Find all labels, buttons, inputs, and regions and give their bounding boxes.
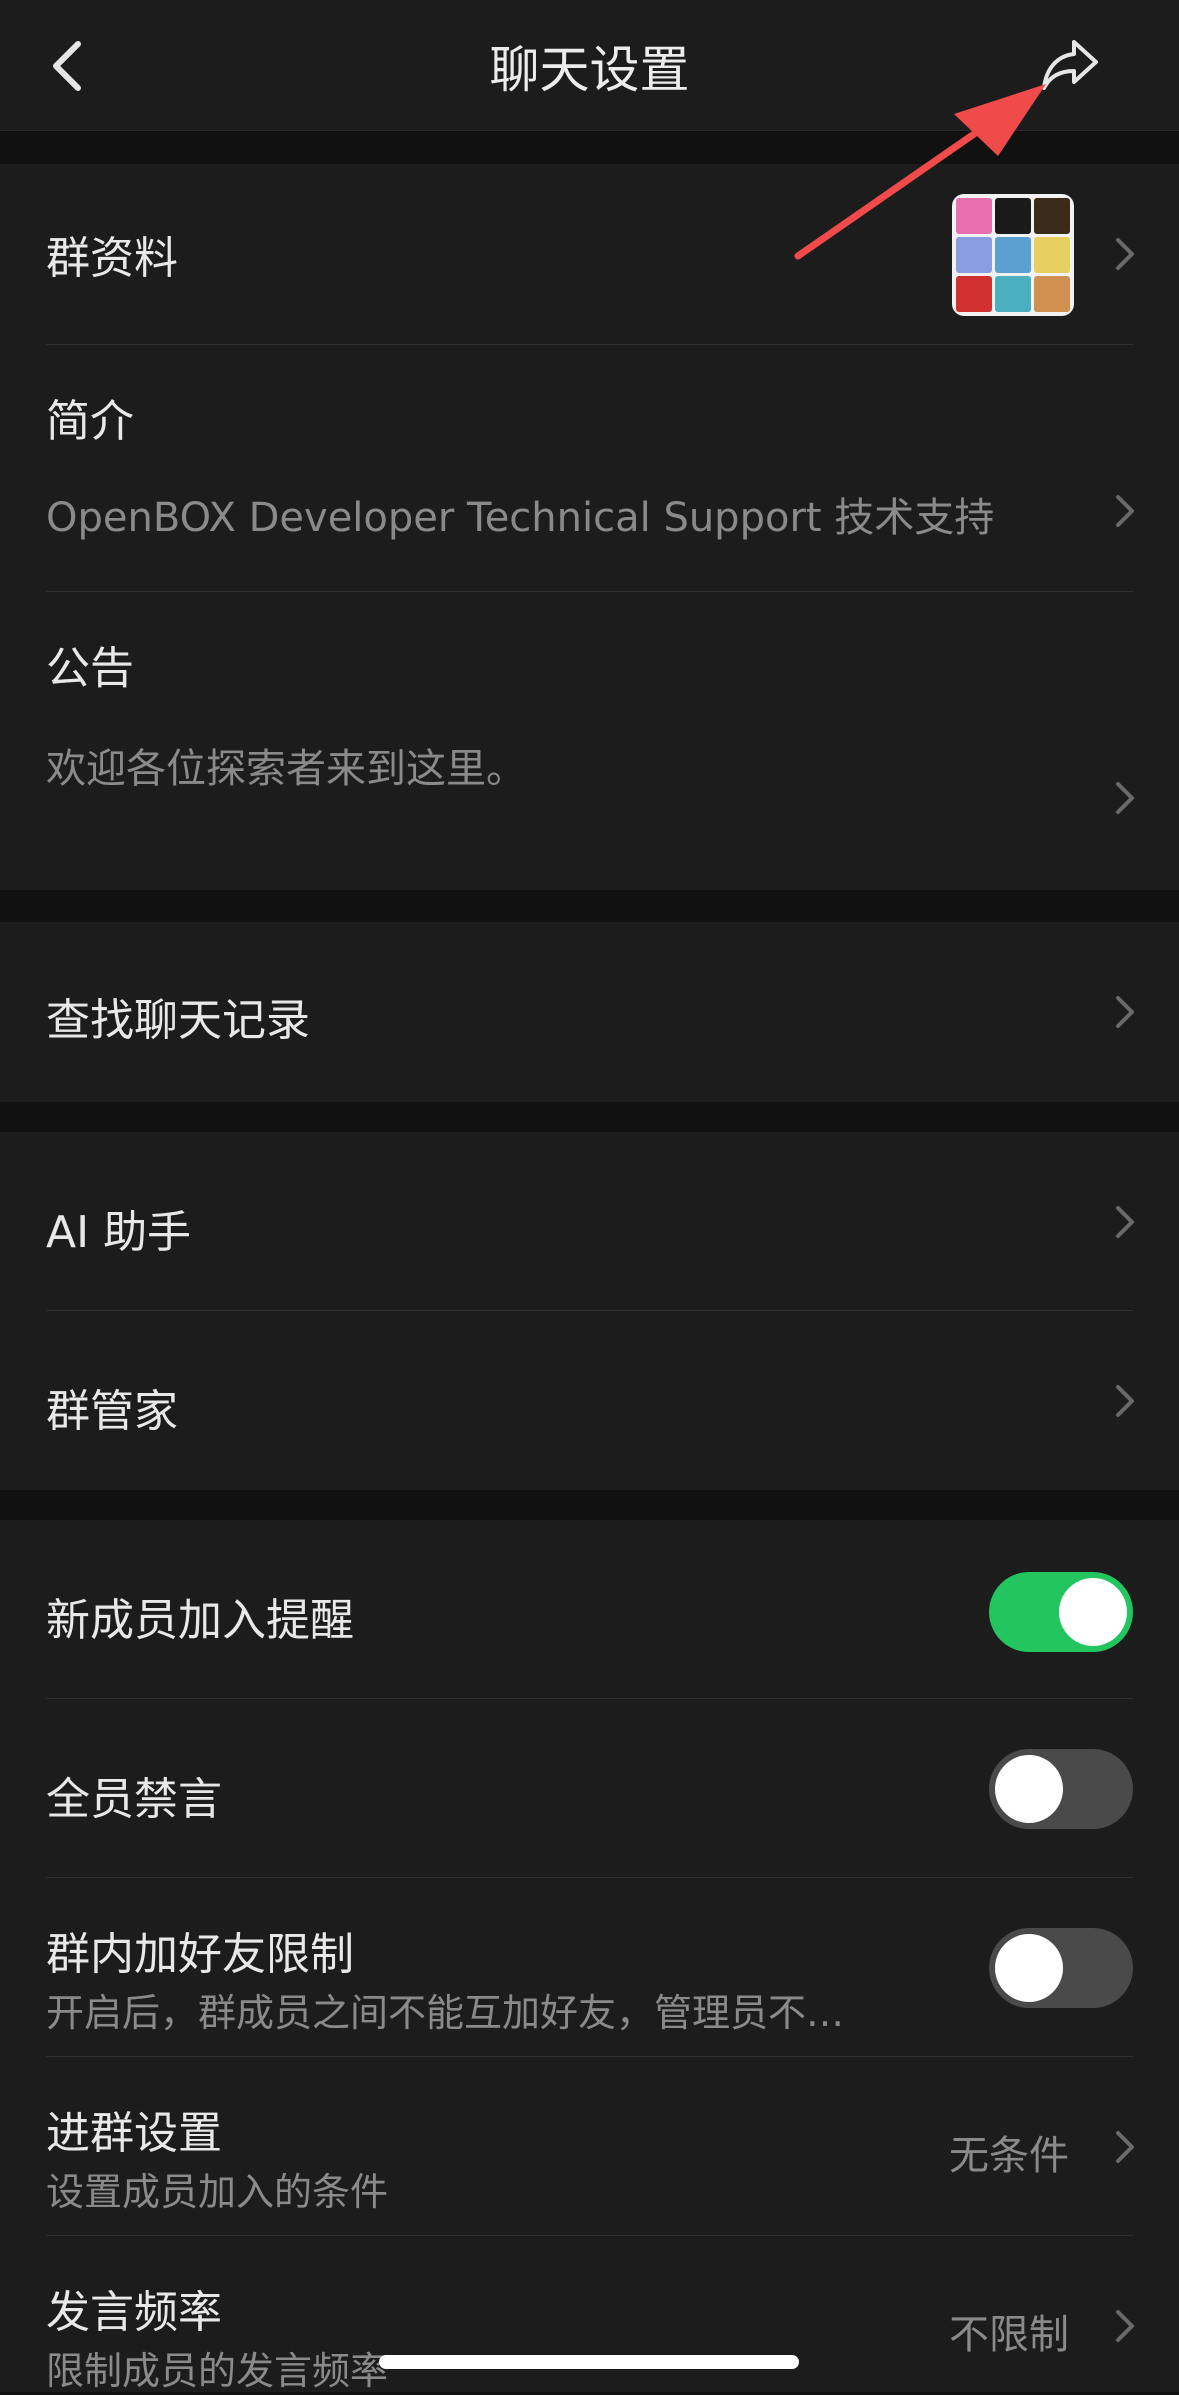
notice-label: 公告 — [46, 643, 134, 694]
chevron-right-icon — [1116, 1206, 1134, 1238]
mute-all-toggle[interactable] — [989, 1749, 1133, 1829]
new-member-alert-row: 新成员加入提醒 — [0, 1520, 1179, 1698]
speak-rate-value: 不限制 — [949, 2312, 1069, 2358]
member-avatar — [956, 237, 992, 273]
group-manager-row[interactable]: 群管家 — [0, 1311, 1179, 1489]
mute-all-label: 全员禁言 — [46, 1774, 222, 1825]
friend-limit-label: 群内加好友限制 — [46, 1929, 354, 1980]
chevron-right-icon — [1116, 782, 1134, 814]
page-title: 聊天设置 — [489, 41, 690, 99]
member-avatar — [995, 237, 1031, 273]
member-avatar — [995, 198, 1031, 234]
ai-assistant-label: AI 助手 — [46, 1207, 192, 1258]
share-icon[interactable] — [1040, 34, 1100, 94]
member-avatar — [995, 276, 1031, 312]
member-avatar — [956, 276, 992, 312]
ai-assistant-row[interactable]: AI 助手 — [0, 1132, 1179, 1310]
group-avatar[interactable] — [952, 194, 1074, 316]
nav-bar: 聊天设置 — [0, 0, 1179, 131]
new-member-alert-label: 新成员加入提醒 — [46, 1595, 354, 1646]
intro-row[interactable]: 简介 OpenBOX Developer Technical Support 技… — [0, 345, 1179, 591]
speak-rate-label: 发言频率 — [46, 2287, 222, 2338]
member-avatar — [956, 198, 992, 234]
group-settings-section: 新成员加入提醒 全员禁言 群内加好友限制 开启后，群成员之间不能互加好友，管理员… — [0, 1520, 1179, 2393]
search-section: 查找聊天记录 — [0, 922, 1179, 1102]
join-settings-desc: 设置成员加入的条件 — [46, 2170, 389, 2214]
chevron-right-icon — [1116, 238, 1134, 270]
notice-text: 欢迎各位探索者来到这里。 — [46, 746, 526, 792]
chevron-right-icon — [1116, 1385, 1134, 1417]
member-avatar — [1034, 276, 1070, 312]
search-history-label: 查找聊天记录 — [46, 995, 310, 1046]
tools-section: AI 助手 群管家 — [0, 1132, 1179, 1490]
home-indicator[interactable] — [379, 2355, 799, 2369]
chevron-right-icon — [1116, 2131, 1134, 2163]
intro-text: OpenBOX Developer Technical Support 技术支持 — [46, 495, 995, 541]
chevron-right-icon — [1116, 2310, 1134, 2342]
join-settings-value: 无条件 — [949, 2133, 1069, 2179]
chevron-right-icon — [1116, 996, 1134, 1028]
chevron-right-icon — [1116, 495, 1134, 527]
member-avatar — [1034, 198, 1070, 234]
group-profile-label: 群资料 — [46, 233, 178, 284]
notice-row[interactable]: 公告 欢迎各位探索者来到这里。 — [0, 592, 1179, 890]
intro-label: 简介 — [46, 396, 134, 447]
mute-all-row: 全员禁言 — [0, 1699, 1179, 1877]
toggle-knob — [995, 1934, 1063, 2002]
friend-limit-desc: 开启后，群成员之间不能互加好友，管理员不… — [46, 1991, 845, 2035]
member-avatar — [1034, 237, 1070, 273]
friend-limit-toggle[interactable] — [989, 1928, 1133, 2008]
speak-rate-desc: 限制成员的发言频率 — [46, 2349, 389, 2393]
toggle-knob — [1059, 1578, 1127, 1646]
group-manager-label: 群管家 — [46, 1386, 178, 1437]
join-settings-label: 进群设置 — [46, 2108, 222, 2159]
toggle-knob — [995, 1755, 1063, 1823]
new-member-alert-toggle[interactable] — [989, 1572, 1133, 1652]
join-settings-row[interactable]: 进群设置 设置成员加入的条件 无条件 — [0, 2057, 1179, 2235]
friend-limit-row: 群内加好友限制 开启后，群成员之间不能互加好友，管理员不… — [0, 1878, 1179, 2056]
search-history-row[interactable]: 查找聊天记录 — [0, 922, 1179, 1102]
